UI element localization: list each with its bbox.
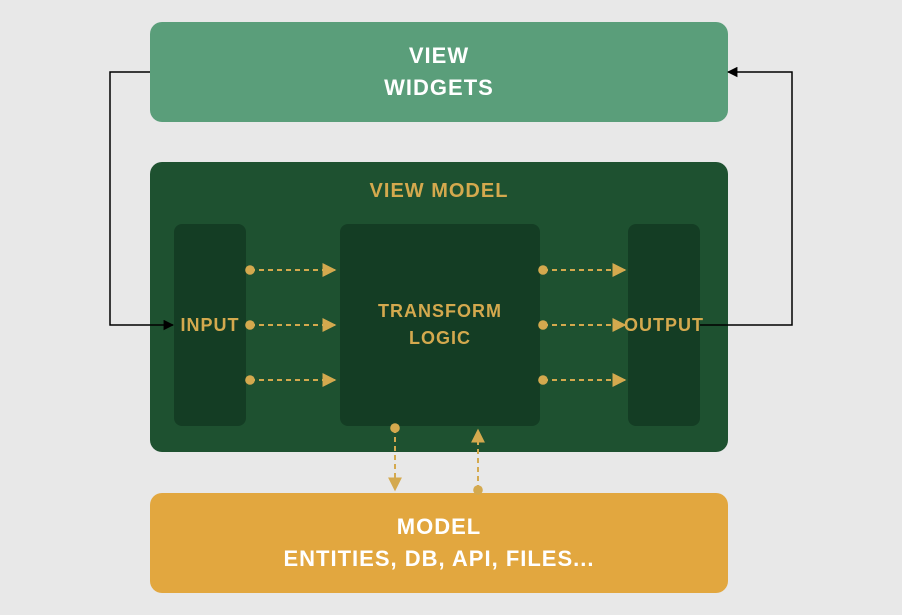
transform-label-line1: TRANSFORM [378,298,502,325]
output-box: OUTPUT [628,224,700,426]
input-box: INPUT [174,224,246,426]
view-box: VIEW WIDGETS [150,22,728,122]
view-subtitle: WIDGETS [384,72,494,104]
diagram-canvas: VIEW WIDGETS VIEW MODEL INPUT TRANSFORM … [0,0,902,615]
view-title: VIEW [409,40,469,72]
transform-box: TRANSFORM LOGIC [340,224,540,426]
model-box: MODEL ENTITIES, DB, API, FILES... [150,493,728,593]
viewmodel-title: VIEW MODEL [370,180,509,203]
viewmodel-box: VIEW MODEL INPUT TRANSFORM LOGIC OUTPUT [150,162,728,452]
output-label: OUTPUT [624,312,704,339]
model-title: MODEL [397,511,481,543]
input-label: INPUT [181,312,240,339]
model-subtitle: ENTITIES, DB, API, FILES... [284,543,595,575]
transform-label-line2: LOGIC [409,325,471,352]
